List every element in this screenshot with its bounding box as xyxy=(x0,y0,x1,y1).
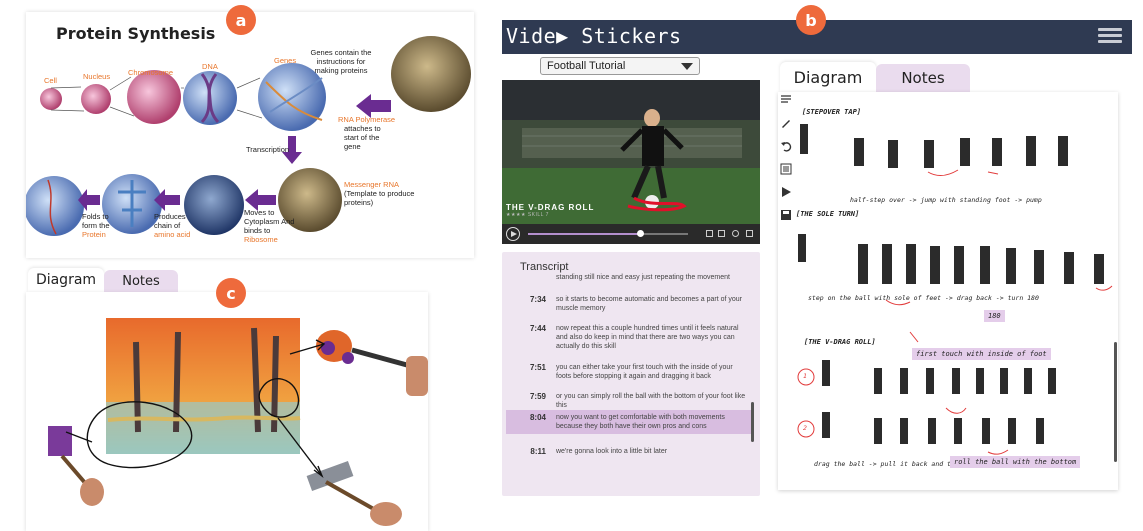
hamburger-menu-icon[interactable] xyxy=(1098,25,1122,49)
rna-polymerase-image xyxy=(391,36,471,112)
note-first-touch[interactable]: first touch with inside of foot xyxy=(912,348,1051,360)
transcript-timestamp: 8:11 xyxy=(530,447,546,456)
label-rna-polymerase-note: attaches to start of the gene xyxy=(344,124,381,151)
sketch-number-2: 2 xyxy=(803,424,807,432)
app-title: Vide▶ Stickers xyxy=(506,24,682,48)
transcript-row[interactable]: 7:51 you can either take your first touch… xyxy=(506,360,752,384)
video-select-dropdown[interactable]: Football Tutorial xyxy=(540,57,700,75)
sketch-heading-sole-turn: [THE SOLE TURN] xyxy=(796,210,860,218)
note-180[interactable]: 180 xyxy=(984,310,1005,322)
label-amino-acid: amino acid xyxy=(154,230,191,239)
badge-b: b xyxy=(796,5,826,35)
tab-notes-c[interactable]: Notes xyxy=(104,270,178,292)
transcript-text: you can either take your first touch wit… xyxy=(556,364,733,380)
label-nucleus: Nucleus xyxy=(83,72,111,81)
badge-a: a xyxy=(226,5,256,35)
label-produces: Produces chain of xyxy=(154,212,186,230)
note-roll-bottom[interactable]: roll the ball with the bottom xyxy=(950,456,1081,468)
label-rna-polymerase: RNA Polymerase xyxy=(338,115,396,124)
seek-handle[interactable] xyxy=(637,230,644,237)
video-stickers-app: Vide▶ Stickers Football Tutorial THE V-D… xyxy=(502,20,1134,520)
transcript-panel: Transcript standing still nice and easy … xyxy=(502,252,760,496)
label-folds: Folds to form the xyxy=(82,212,110,230)
diagram-canvas[interactable]: [STEPOVER TAP] half-step over -> jump wi… xyxy=(778,92,1118,490)
label-dna: DNA xyxy=(202,62,218,71)
seek-fill xyxy=(528,233,640,235)
video-caption-title: THE V-DRAG ROLL xyxy=(506,203,595,212)
chevron-down-icon xyxy=(681,63,693,70)
tab-notes[interactable]: Notes xyxy=(876,64,970,92)
label-ribosome: Ribosome xyxy=(244,235,278,244)
transcript-row[interactable]: 8:04 now you want to get comfortable with… xyxy=(506,410,752,434)
label-genes: Genes xyxy=(274,56,297,65)
label-moves-to: Moves to Cytoplasm And binds to xyxy=(244,208,295,235)
tab-diagram[interactable]: Diagram xyxy=(780,62,876,92)
transcript-text: now repeat this a couple hundred times u… xyxy=(556,325,739,350)
figure-root: Protein Synthesis Cell Nucleus Chromosom… xyxy=(0,0,1143,531)
play-icon[interactable] xyxy=(506,227,520,241)
label-cell: Cell xyxy=(44,76,57,85)
transcript-row[interactable]: 7:44 now repeat this a couple hundred tim… xyxy=(506,321,752,354)
captions-icon[interactable] xyxy=(706,230,713,237)
dropdown-value: Football Tutorial xyxy=(547,60,626,72)
video-caption: THE V-DRAG ROLL ★★★★ SKILL 7 xyxy=(506,203,594,218)
sketch-caption-sole-turn: step on the ball with sole of feet -> dr… xyxy=(808,294,1039,302)
transcript-timestamp: 8:04 xyxy=(529,413,546,422)
protein-circle xyxy=(26,176,84,236)
volume-icon[interactable] xyxy=(732,230,739,237)
sketch-caption-stepover: half-step over -> jump with standing foo… xyxy=(850,196,1042,204)
label-protein: Protein xyxy=(82,230,106,239)
transcript-timestamp: 7:51 xyxy=(529,363,546,372)
brush-stroke-purple xyxy=(48,426,72,456)
label-messenger-rna: Messenger RNA xyxy=(344,180,400,189)
transcript-row[interactable]: 8:11 we're gonna look into a little bit l… xyxy=(506,444,752,459)
cell-circle xyxy=(40,88,62,110)
painting-canvas[interactable] xyxy=(26,292,428,531)
video-caption-sub: ★★★★ SKILL 7 xyxy=(506,212,549,218)
transcript-list[interactable]: standing still nice and easy just repeat… xyxy=(502,272,752,494)
diagram-scrollbar[interactable] xyxy=(1114,342,1117,462)
transcript-row-partial[interactable]: standing still nice and easy just repeat… xyxy=(506,272,752,285)
sticker-sketches xyxy=(797,124,1113,455)
transcript-text: we're gonna look into a little bit later xyxy=(556,448,668,455)
transcript-row[interactable]: 7:34 so it starts to become automatic and… xyxy=(506,292,752,316)
sketch-heading-v-drag-roll: [THE V-DRAG ROLL] xyxy=(804,338,876,346)
transcript-text: now you want to get comfortable with bot… xyxy=(556,414,725,430)
seek-bar[interactable] xyxy=(528,230,688,237)
sketch-heading-stepover: [STEPOVER TAP] xyxy=(802,108,862,116)
label-transcription: Transcription xyxy=(246,145,290,154)
nucleus-circle xyxy=(81,84,111,114)
fullscreen-icon[interactable] xyxy=(746,230,753,237)
tab-diagram-c[interactable]: Diagram xyxy=(28,268,104,292)
badge-c: c xyxy=(216,278,246,308)
sketch-number-1: 1 xyxy=(803,372,807,380)
transcript-text: so it starts to become automatic and bec… xyxy=(556,296,742,312)
pip-icon[interactable] xyxy=(718,230,725,237)
transcript-timestamp: 7:34 xyxy=(529,295,546,304)
label-genes-note: Genes contain the instructions for makin… xyxy=(310,48,372,75)
chromosome-circle xyxy=(127,70,181,124)
transcript-timestamp: 7:44 xyxy=(529,324,546,333)
painting-sketch xyxy=(48,318,428,526)
protein-synthesis-slide: Protein Synthesis Cell Nucleus Chromosom… xyxy=(26,12,474,258)
video-player[interactable]: THE V-DRAG ROLL ★★★★ SKILL 7 xyxy=(502,80,760,244)
label-chromosome: Chromosome xyxy=(128,68,174,77)
transcript-scrollbar[interactable] xyxy=(751,402,754,442)
video-controls xyxy=(502,224,760,244)
diagram-notes-panel: Diagram Notes [STEPOVER TAP] half-step o… xyxy=(778,60,1118,490)
label-messenger-rna-note: (Template to produce proteins) xyxy=(344,189,415,207)
